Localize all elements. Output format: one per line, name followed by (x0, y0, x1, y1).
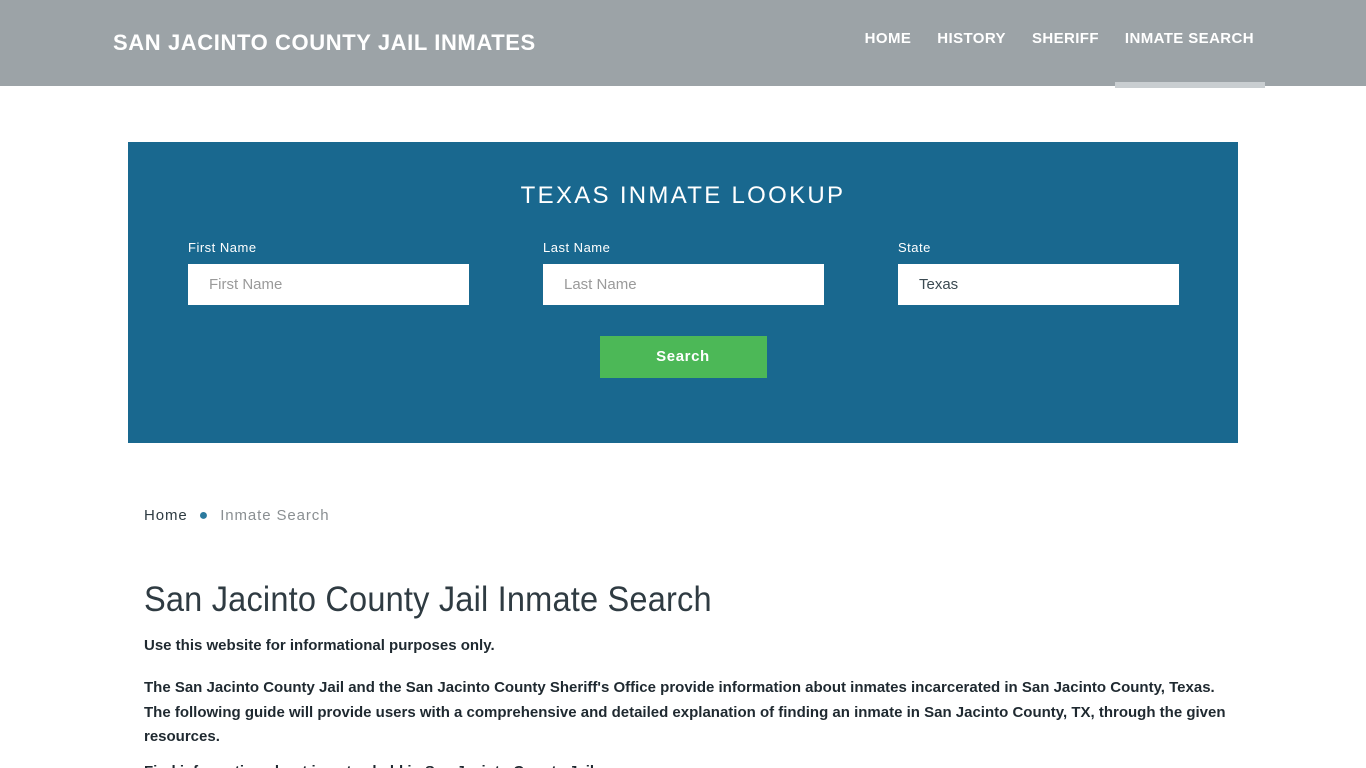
lookup-form-row: First Name Last Name State (128, 240, 1238, 320)
field-last-name: Last Name (543, 240, 824, 305)
state-input[interactable] (898, 264, 1179, 305)
field-state: State (898, 240, 1179, 305)
inmate-lookup-panel: TEXAS INMATE LOOKUP First Name Last Name… (128, 142, 1238, 443)
site-title[interactable]: SAN JACINTO COUNTY JAIL INMATES (113, 30, 536, 56)
breadcrumb-separator-icon: ● (198, 506, 210, 524)
field-first-name: First Name (188, 240, 469, 305)
page-title: San Jacinto County Jail Inmate Search (144, 580, 712, 619)
breadcrumb-home[interactable]: Home (144, 507, 188, 524)
search-button-wrap: Search (128, 336, 1238, 378)
first-name-input[interactable] (188, 264, 469, 305)
first-name-label: First Name (188, 240, 257, 255)
state-label: State (898, 240, 931, 255)
breadcrumb-current: Inmate Search (220, 507, 330, 524)
breadcrumb: Home ● Inmate Search (144, 507, 329, 524)
nav-item-home[interactable]: HOME (865, 30, 912, 51)
lead-text: Use this website for informational purpo… (144, 637, 495, 654)
lookup-title: TEXAS INMATE LOOKUP (520, 182, 846, 209)
last-name-input[interactable] (543, 264, 824, 305)
body-paragraph: The San Jacinto County Jail and the San … (144, 679, 1226, 745)
search-button[interactable]: Search (599, 336, 767, 378)
main-navigation: HOME HISTORY SHERIFF INMATE SEARCH (865, 30, 1266, 88)
nav-item-history[interactable]: HISTORY (937, 30, 1006, 51)
last-name-label: Last Name (543, 240, 611, 255)
site-header: SAN JACINTO COUNTY JAIL INMATES HOME HIS… (0, 0, 1366, 88)
nav-item-sheriff[interactable]: SHERIFF (1032, 30, 1099, 51)
clipped-bottom-line: Find information about inmates held in S… (144, 760, 1234, 768)
nav-item-inmate-search[interactable]: INMATE SEARCH (1114, 30, 1266, 88)
